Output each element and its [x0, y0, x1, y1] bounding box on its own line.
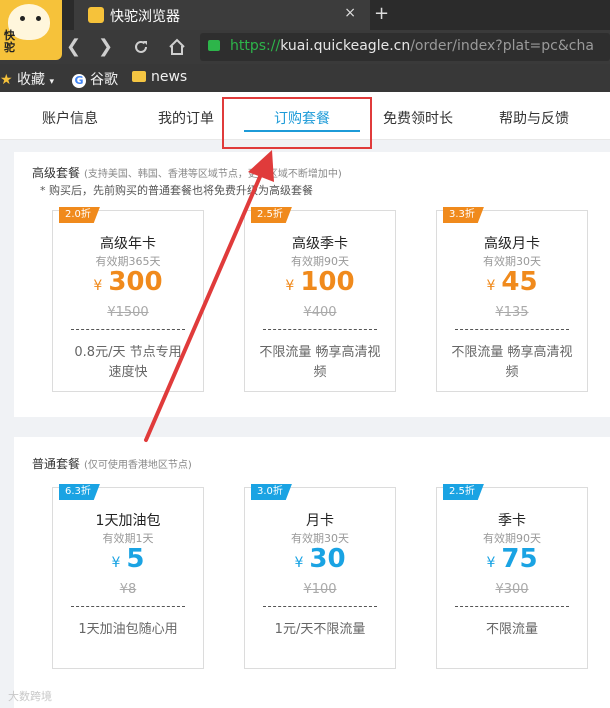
original-price: ¥135: [495, 305, 529, 320]
regular-section: 普通套餐 (仅可使用香港地区节点) 6.3折 1天加油包 有效期1天 ¥5 ¥8 …: [14, 437, 610, 708]
google-icon: G: [72, 74, 86, 88]
discount-badge: 2.0折: [59, 207, 100, 223]
plan-card-1day[interactable]: 6.3折 1天加油包 有效期1天 ¥5 ¥8 1天加油包随心用: [52, 484, 204, 669]
plan-price: ¥300: [93, 267, 163, 297]
bookmark-google[interactable]: G 谷歌: [72, 69, 118, 89]
logo-text: 快驼: [4, 29, 15, 54]
divider: [263, 606, 377, 607]
premium-heading: 高级套餐 (支持美国、韩国、香港等区域节点，更多区域不断增加中): [32, 166, 342, 180]
new-tab-button[interactable]: +: [374, 3, 389, 24]
plan-description: 1天加油包随心用: [78, 622, 178, 637]
plan-description: 不限流量 畅享高清视频: [451, 345, 573, 380]
plan-price: ¥5: [111, 544, 145, 574]
plan-name: 高级年卡: [100, 236, 156, 252]
folder-icon: [132, 71, 146, 82]
bookmark-news[interactable]: news: [132, 69, 187, 85]
annotation-highlight-box: [222, 97, 372, 149]
divider: [71, 606, 185, 607]
url-text: https://kuai.quickeagle.cn/order/index?p…: [230, 38, 594, 54]
tab-free-time[interactable]: 免费领时长: [383, 108, 453, 128]
lock-icon: [208, 40, 220, 51]
original-price: ¥100: [303, 582, 337, 597]
plan-card-premium-month[interactable]: 3.3折 高级月卡 有效期30天 ¥45 ¥135 不限流量 畅享高清视频: [436, 207, 588, 392]
original-price: ¥1500: [107, 305, 149, 320]
regular-heading: 普通套餐 (仅可使用香港地区节点): [32, 457, 192, 471]
tab-title: 快驼浏览器: [110, 9, 180, 25]
plan-price: ¥45: [486, 267, 538, 297]
divider: [455, 329, 569, 330]
logo-eye-left: [20, 16, 25, 21]
plan-name: 高级月卡: [484, 236, 540, 252]
tab-account-info[interactable]: 账户信息: [42, 108, 98, 128]
tab-close-icon[interactable]: ×: [344, 5, 356, 21]
plan-description: 0.8元/天 节点专用 速度快: [74, 345, 182, 380]
plan-card-month[interactable]: 3.0折 月卡 有效期30天 ¥30 ¥100 1元/天不限流量: [244, 484, 396, 669]
discount-badge: 2.5折: [251, 207, 292, 223]
plan-price: ¥30: [294, 544, 346, 574]
browser-toolbar: ❮ ❯ https://kuai.quickeagle.cn/order/ind…: [0, 30, 610, 64]
original-price: ¥300: [495, 582, 529, 597]
discount-badge: 6.3折: [59, 484, 100, 500]
home-icon[interactable]: [168, 38, 186, 56]
plan-description: 不限流量 畅享高清视频: [259, 345, 381, 380]
logo-eye-right: [36, 16, 41, 21]
page-content: 账户信息 我的订单 订购套餐 免费领时长 帮助与反馈 高级套餐 (支持美国、韩国、…: [0, 92, 610, 708]
tab-help-feedback[interactable]: 帮助与反馈: [499, 108, 569, 128]
tab-my-orders[interactable]: 我的订单: [158, 108, 214, 128]
address-bar[interactable]: https://kuai.quickeagle.cn/order/index?p…: [200, 33, 610, 61]
discount-badge: 3.0折: [251, 484, 292, 500]
discount-badge: 2.5折: [443, 484, 484, 500]
plan-card-quarter[interactable]: 2.5折 季卡 有效期90天 ¥75 ¥300 不限流量: [436, 484, 588, 669]
browser-tab[interactable]: 快驼浏览器 ×: [74, 0, 370, 30]
favicon-icon: [88, 7, 104, 23]
premium-note: * 购买后，先前购买的普通套餐也将免费升级为高级套餐: [40, 184, 313, 197]
reload-icon[interactable]: [132, 38, 150, 56]
star-icon: ★: [0, 72, 13, 88]
plan-card-premium-year[interactable]: 2.0折 高级年卡 有效期365天 ¥300 ¥1500 0.8元/天 节点专用…: [52, 207, 204, 392]
plan-card-premium-quarter[interactable]: 2.5折 高级季卡 有效期90天 ¥100 ¥400 不限流量 畅享高清视频: [244, 207, 396, 392]
discount-badge: 3.3折: [443, 207, 484, 223]
divider: [455, 606, 569, 607]
bookmarks-bar: ★ 收藏 ▾ G 谷歌 news: [0, 64, 610, 92]
plan-price: ¥75: [486, 544, 538, 574]
original-price: ¥8: [119, 582, 137, 597]
app-logo: 快驼: [0, 0, 62, 60]
premium-section: 高级套餐 (支持美国、韩国、香港等区域节点，更多区域不断增加中) * 购买后，先前…: [14, 152, 610, 417]
plan-name: 月卡: [306, 513, 334, 529]
forward-icon[interactable]: ❯: [98, 36, 113, 57]
bookmark-favorites[interactable]: ★ 收藏 ▾: [0, 69, 54, 89]
plan-name: 1天加油包: [95, 513, 161, 529]
plan-price: ¥100: [285, 267, 355, 297]
plan-description: 1元/天不限流量: [274, 622, 366, 637]
plan-name: 季卡: [498, 513, 526, 529]
plan-name: 高级季卡: [292, 236, 348, 252]
plan-description: 不限流量: [485, 622, 538, 637]
divider: [71, 329, 185, 330]
back-icon[interactable]: ❮: [66, 36, 81, 57]
original-price: ¥400: [303, 305, 337, 320]
divider: [263, 329, 377, 330]
watermark: 大数跨境: [8, 690, 52, 703]
